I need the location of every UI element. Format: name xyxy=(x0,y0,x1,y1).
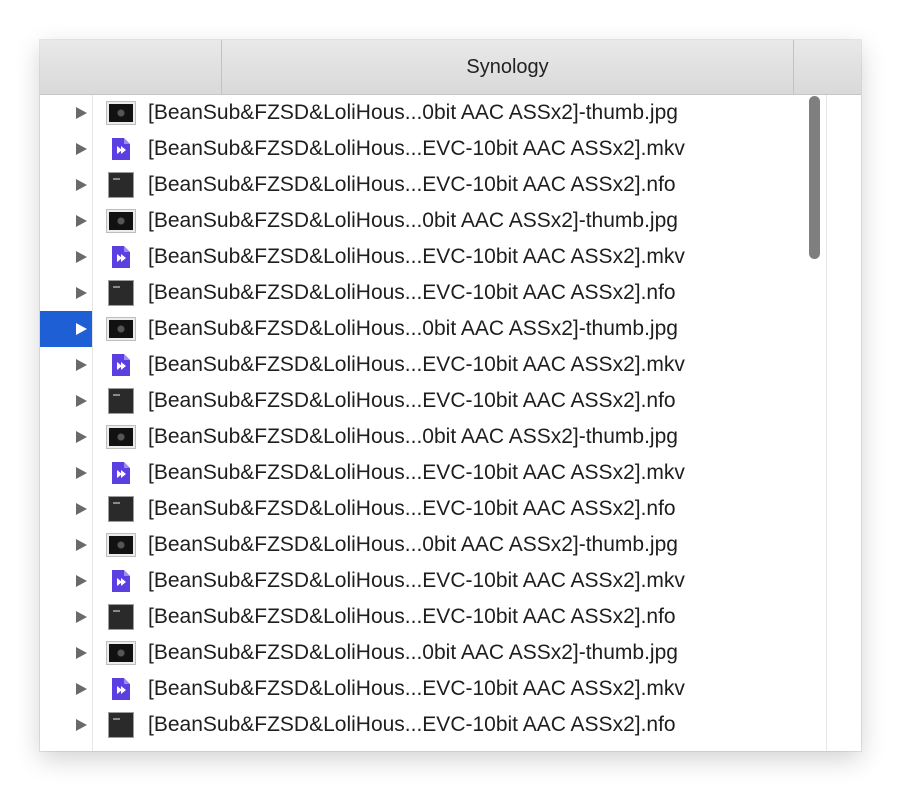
nfo-file-icon xyxy=(107,172,135,198)
header-cell-left[interactable] xyxy=(40,40,222,94)
disclosure-triangle-icon[interactable] xyxy=(76,647,87,659)
video-file-icon xyxy=(107,460,135,486)
file-row[interactable]: [BeanSub&FZSD&LoliHous...EVC-10bit AAC A… xyxy=(40,707,826,743)
disclosure-cell[interactable] xyxy=(40,419,92,455)
disclosure-triangle-icon[interactable] xyxy=(76,611,87,623)
file-name: [BeanSub&FZSD&LoliHous...0bit AAC ASSx2]… xyxy=(148,425,678,448)
disclosure-cell[interactable] xyxy=(40,491,92,527)
file-browser-column: Synology [BeanSub&FZSD&LoliHous...0bit A… xyxy=(40,40,861,751)
column-header: Synology xyxy=(40,40,861,95)
disclosure-cell[interactable] xyxy=(40,599,92,635)
nfo-file-icon xyxy=(107,280,135,306)
file-list: [BeanSub&FZSD&LoliHous...0bit AAC ASSx2]… xyxy=(40,95,826,743)
file-row[interactable]: [BeanSub&FZSD&LoliHous...EVC-10bit AAC A… xyxy=(40,599,826,635)
header-cell-synology[interactable]: Synology xyxy=(222,40,794,94)
vertical-scrollbar[interactable] xyxy=(809,96,820,259)
disclosure-cell[interactable] xyxy=(40,383,92,419)
file-name: [BeanSub&FZSD&LoliHous...EVC-10bit AAC A… xyxy=(148,281,676,304)
disclosure-triangle-icon[interactable] xyxy=(76,539,87,551)
disclosure-cell[interactable] xyxy=(40,455,92,491)
video-file-icon xyxy=(107,136,135,162)
disclosure-cell[interactable] xyxy=(40,707,92,743)
disclosure-cell[interactable] xyxy=(40,563,92,599)
disclosure-cell[interactable] xyxy=(40,635,92,671)
file-row[interactable]: [BeanSub&FZSD&LoliHous...0bit AAC ASSx2]… xyxy=(40,419,826,455)
video-file-icon xyxy=(107,352,135,378)
disclosure-cell[interactable] xyxy=(40,131,92,167)
file-name: [BeanSub&FZSD&LoliHous...EVC-10bit AAC A… xyxy=(148,245,685,268)
disclosure-cell[interactable] xyxy=(40,347,92,383)
file-name: [BeanSub&FZSD&LoliHous...EVC-10bit AAC A… xyxy=(148,497,676,520)
disclosure-triangle-icon[interactable] xyxy=(76,467,87,479)
disclosure-triangle-icon[interactable] xyxy=(76,359,87,371)
image-thumbnail-icon xyxy=(107,424,135,450)
image-thumbnail-icon xyxy=(107,316,135,342)
disclosure-triangle-icon[interactable] xyxy=(76,287,87,299)
file-name: [BeanSub&FZSD&LoliHous...EVC-10bit AAC A… xyxy=(148,173,676,196)
file-name: [BeanSub&FZSD&LoliHous...EVC-10bit AAC A… xyxy=(148,461,685,484)
file-row[interactable]: [BeanSub&FZSD&LoliHous...EVC-10bit AAC A… xyxy=(40,455,826,491)
file-name: [BeanSub&FZSD&LoliHous...EVC-10bit AAC A… xyxy=(148,605,676,628)
disclosure-triangle-icon[interactable] xyxy=(76,107,87,119)
file-row[interactable]: [BeanSub&FZSD&LoliHous...EVC-10bit AAC A… xyxy=(40,239,826,275)
disclosure-cell[interactable] xyxy=(40,671,92,707)
nfo-file-icon xyxy=(107,496,135,522)
column-title: Synology xyxy=(466,55,549,78)
file-name: [BeanSub&FZSD&LoliHous...0bit AAC ASSx2]… xyxy=(148,317,678,340)
file-name: [BeanSub&FZSD&LoliHous...0bit AAC ASSx2]… xyxy=(148,101,678,124)
video-file-icon xyxy=(107,244,135,270)
video-file-icon xyxy=(107,676,135,702)
file-name: [BeanSub&FZSD&LoliHous...EVC-10bit AAC A… xyxy=(148,137,685,160)
file-row[interactable]: [BeanSub&FZSD&LoliHous...0bit AAC ASSx2]… xyxy=(40,311,826,347)
nfo-file-icon xyxy=(107,604,135,630)
disclosure-cell[interactable] xyxy=(40,527,92,563)
file-row[interactable]: [BeanSub&FZSD&LoliHous...EVC-10bit AAC A… xyxy=(40,671,826,707)
disclosure-cell[interactable] xyxy=(40,203,92,239)
disclosure-cell[interactable] xyxy=(40,311,92,347)
header-cell-right[interactable] xyxy=(794,40,861,94)
file-row[interactable]: [BeanSub&FZSD&LoliHous...EVC-10bit AAC A… xyxy=(40,275,826,311)
file-row[interactable]: [BeanSub&FZSD&LoliHous...0bit AAC ASSx2]… xyxy=(40,527,826,563)
column-divider xyxy=(826,95,827,751)
disclosure-triangle-icon[interactable] xyxy=(76,215,87,227)
file-row[interactable]: [BeanSub&FZSD&LoliHous...EVC-10bit AAC A… xyxy=(40,347,826,383)
image-thumbnail-icon xyxy=(107,100,135,126)
file-name: [BeanSub&FZSD&LoliHous...EVC-10bit AAC A… xyxy=(148,713,676,736)
disclosure-cell[interactable] xyxy=(40,95,92,131)
nfo-file-icon xyxy=(107,712,135,738)
file-name: [BeanSub&FZSD&LoliHous...0bit AAC ASSx2]… xyxy=(148,209,678,232)
disclosure-triangle-icon[interactable] xyxy=(76,251,87,263)
file-row[interactable]: [BeanSub&FZSD&LoliHous...EVC-10bit AAC A… xyxy=(40,131,826,167)
image-thumbnail-icon xyxy=(107,208,135,234)
disclosure-triangle-icon[interactable] xyxy=(76,143,87,155)
file-row[interactable]: [BeanSub&FZSD&LoliHous...EVC-10bit AAC A… xyxy=(40,167,826,203)
file-name: [BeanSub&FZSD&LoliHous...EVC-10bit AAC A… xyxy=(148,389,676,412)
nfo-file-icon xyxy=(107,388,135,414)
file-row[interactable]: [BeanSub&FZSD&LoliHous...0bit AAC ASSx2]… xyxy=(40,203,826,239)
disclosure-triangle-icon[interactable] xyxy=(76,575,87,587)
file-name: [BeanSub&FZSD&LoliHous...EVC-10bit AAC A… xyxy=(148,569,685,592)
disclosure-triangle-icon[interactable] xyxy=(76,719,87,731)
file-row[interactable]: [BeanSub&FZSD&LoliHous...0bit AAC ASSx2]… xyxy=(40,95,826,131)
video-file-icon xyxy=(107,568,135,594)
file-name: [BeanSub&FZSD&LoliHous...0bit AAC ASSx2]… xyxy=(148,641,678,664)
disclosure-cell[interactable] xyxy=(40,275,92,311)
image-thumbnail-icon xyxy=(107,640,135,666)
image-thumbnail-icon xyxy=(107,532,135,558)
disclosure-cell[interactable] xyxy=(40,239,92,275)
file-row[interactable]: [BeanSub&FZSD&LoliHous...EVC-10bit AAC A… xyxy=(40,491,826,527)
disclosure-triangle-icon[interactable] xyxy=(76,503,87,515)
file-row[interactable]: [BeanSub&FZSD&LoliHous...0bit AAC ASSx2]… xyxy=(40,635,826,671)
file-name: [BeanSub&FZSD&LoliHous...EVC-10bit AAC A… xyxy=(148,353,685,376)
disclosure-triangle-icon[interactable] xyxy=(76,683,87,695)
file-name: [BeanSub&FZSD&LoliHous...0bit AAC ASSx2]… xyxy=(148,533,678,556)
disclosure-triangle-icon[interactable] xyxy=(76,179,87,191)
file-name: [BeanSub&FZSD&LoliHous...EVC-10bit AAC A… xyxy=(148,677,685,700)
disclosure-triangle-icon[interactable] xyxy=(76,395,87,407)
file-row[interactable]: [BeanSub&FZSD&LoliHous...EVC-10bit AAC A… xyxy=(40,383,826,419)
disclosure-triangle-icon[interactable] xyxy=(76,323,87,335)
disclosure-cell[interactable] xyxy=(40,167,92,203)
disclosure-triangle-icon[interactable] xyxy=(76,431,87,443)
file-row[interactable]: [BeanSub&FZSD&LoliHous...EVC-10bit AAC A… xyxy=(40,563,826,599)
